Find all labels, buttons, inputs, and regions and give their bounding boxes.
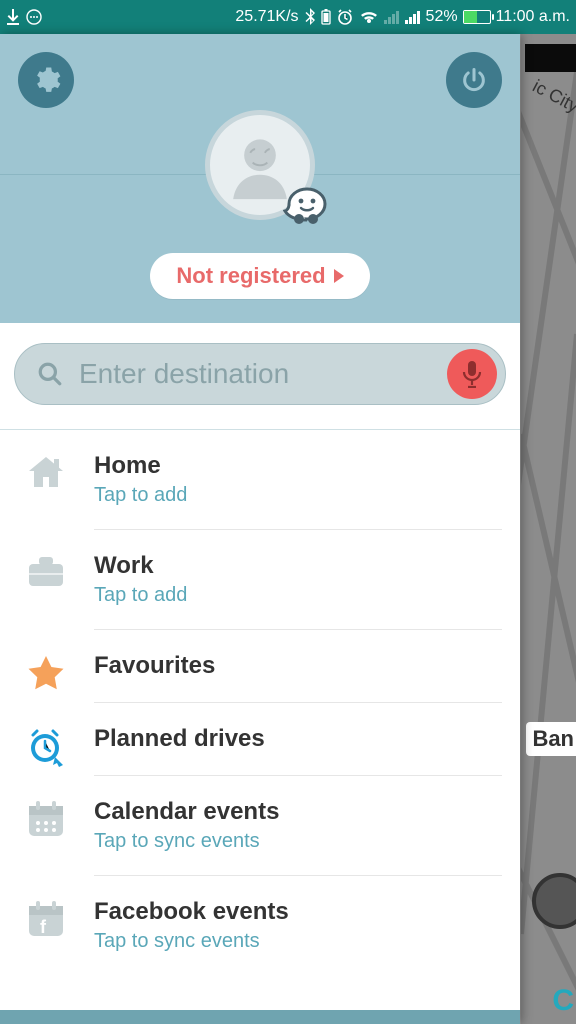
drawer-header: Not registered bbox=[0, 34, 520, 323]
row-title: Planned drives bbox=[94, 725, 502, 753]
signal-icon bbox=[405, 10, 421, 24]
row-title: Calendar events bbox=[94, 798, 502, 826]
row-subtitle: Tap to add bbox=[94, 584, 502, 607]
more-dots-icon bbox=[26, 9, 42, 25]
waze-mascot-icon bbox=[283, 186, 329, 226]
bluetooth-icon bbox=[304, 8, 316, 26]
register-button[interactable]: Not registered bbox=[150, 253, 369, 299]
destinations-list: Home Tap to add Work Tap to add Favourit… bbox=[0, 430, 520, 1010]
svg-text:f: f bbox=[40, 917, 47, 937]
row-subtitle: Tap to sync events bbox=[94, 830, 502, 853]
row-subtitle: Tap to add bbox=[94, 484, 502, 507]
search-input[interactable]: Enter destination bbox=[14, 343, 506, 405]
calendar-facebook-icon: f bbox=[26, 900, 66, 938]
gear-icon bbox=[31, 65, 61, 95]
settings-button[interactable] bbox=[18, 52, 74, 108]
star-icon bbox=[26, 654, 66, 692]
row-home[interactable]: Home Tap to add bbox=[0, 430, 520, 530]
row-facebook-events[interactable]: f Facebook events Tap to sync events bbox=[0, 876, 520, 975]
calendar-icon bbox=[26, 800, 66, 838]
register-label: Not registered bbox=[176, 263, 325, 289]
home-icon bbox=[26, 454, 66, 492]
battery-percent: 52% bbox=[426, 8, 458, 26]
map-place-label: Ban bbox=[526, 722, 576, 756]
download-icon bbox=[6, 9, 20, 25]
clock-time: 11:00 a.m. bbox=[496, 8, 570, 26]
voice-search-button[interactable] bbox=[447, 349, 497, 399]
row-title: Home bbox=[94, 452, 502, 480]
row-title: Favourites bbox=[94, 652, 502, 680]
power-button[interactable] bbox=[446, 52, 502, 108]
alarm-icon bbox=[336, 8, 354, 26]
power-icon bbox=[460, 66, 488, 94]
drawer-footer-accent bbox=[0, 1010, 520, 1024]
row-work[interactable]: Work Tap to add bbox=[0, 530, 520, 630]
microphone-icon bbox=[461, 360, 483, 388]
search-placeholder: Enter destination bbox=[79, 358, 431, 390]
row-favourites[interactable]: Favourites bbox=[0, 630, 520, 703]
wifi-icon bbox=[359, 9, 379, 25]
battery-small-icon bbox=[321, 9, 331, 25]
map-background[interactable]: ic City Ban C bbox=[520, 34, 576, 1024]
row-planned-drives[interactable]: Planned drives bbox=[0, 703, 520, 776]
side-drawer: Not registered bbox=[0, 34, 520, 1024]
chevron-right-icon bbox=[334, 269, 344, 283]
row-title: Work bbox=[94, 552, 502, 580]
row-subtitle: Tap to sync events bbox=[94, 930, 502, 953]
network-speed: 25.71K/s bbox=[235, 8, 298, 26]
map-corner-glyph: C bbox=[552, 984, 574, 1018]
search-section: Enter destination bbox=[0, 323, 520, 430]
profile-avatar[interactable] bbox=[205, 110, 315, 220]
row-calendar-events[interactable]: Calendar events Tap to sync events bbox=[0, 776, 520, 876]
row-title: Facebook events bbox=[94, 898, 502, 926]
battery-icon bbox=[463, 10, 491, 24]
search-icon bbox=[37, 361, 63, 387]
android-status-bar: 25.71K/s 52% 11:00 a.m. bbox=[0, 0, 576, 34]
briefcase-icon bbox=[26, 554, 66, 588]
planned-clock-icon bbox=[25, 727, 67, 767]
signal-dim-icon bbox=[384, 10, 400, 24]
